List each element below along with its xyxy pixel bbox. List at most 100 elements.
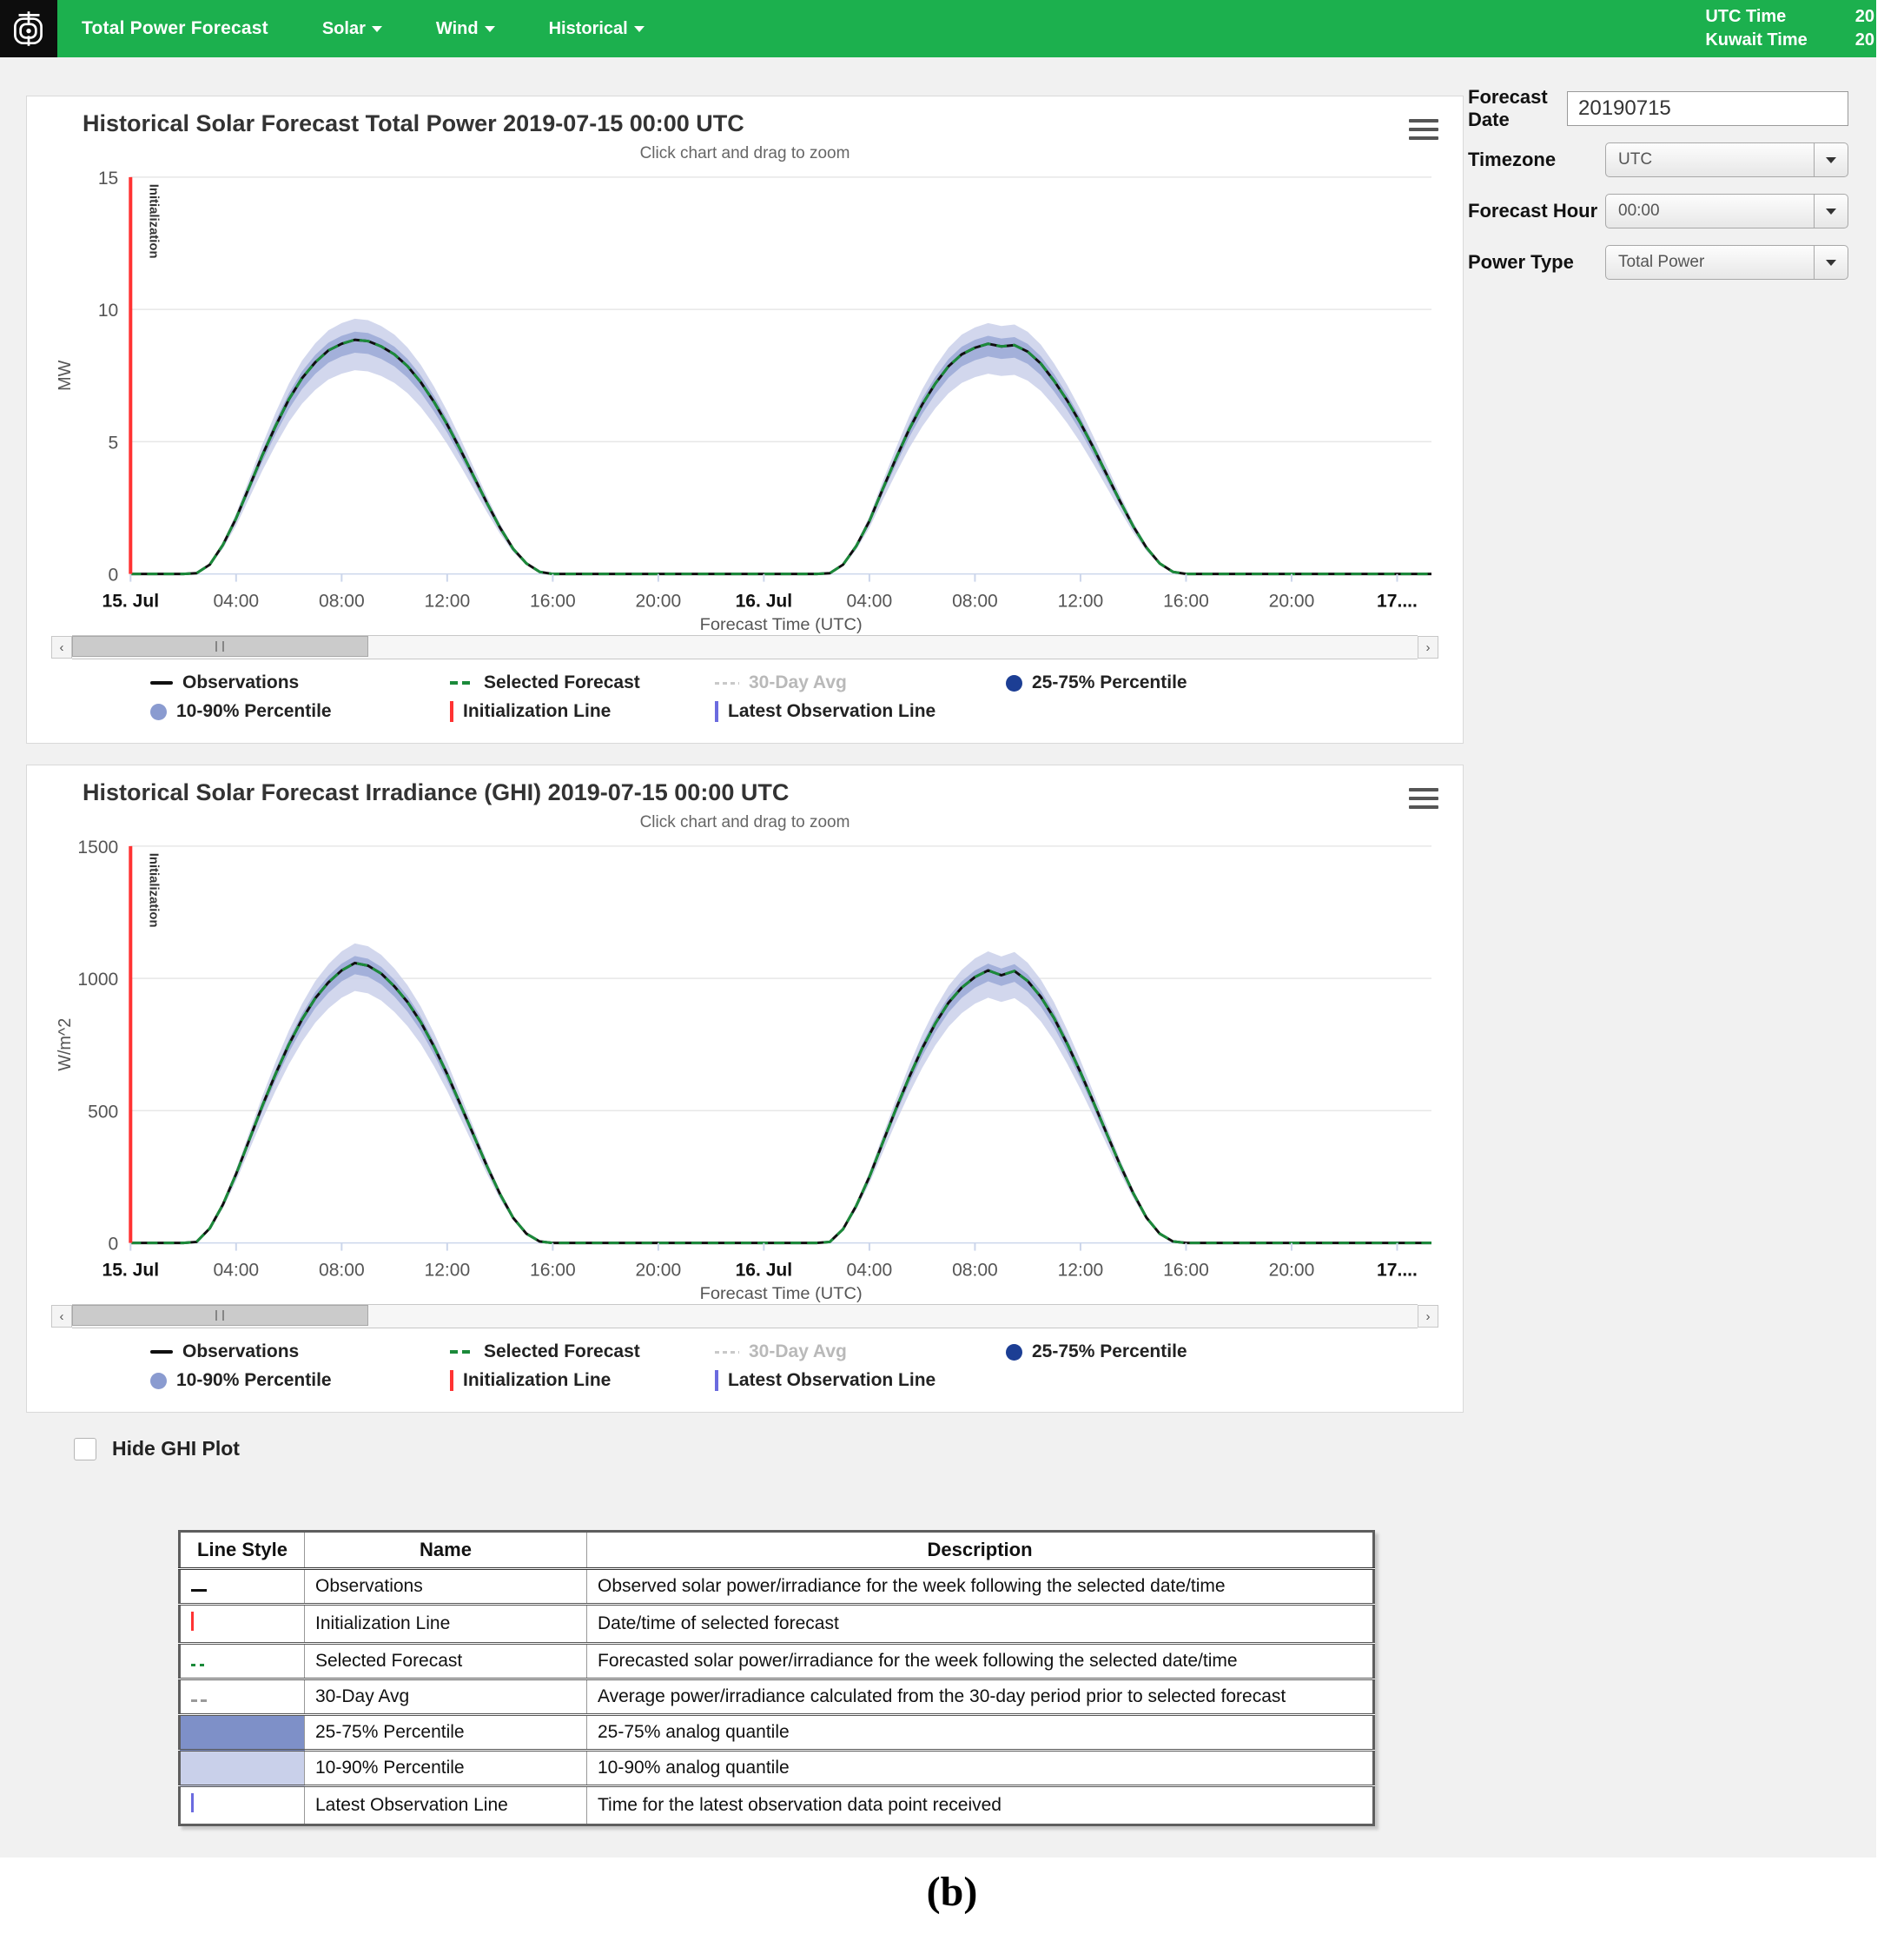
kisr-logo [0, 0, 57, 57]
hide-ghi-checkbox[interactable] [74, 1438, 96, 1460]
forecast-date-input[interactable] [1567, 91, 1848, 126]
forecast-date-row: Forecast Date [1468, 90, 1848, 127]
nav-item-historical[interactable]: Historical [549, 19, 645, 39]
total-power-chart[interactable]: 051015MWInitialization15. Jul04:0008:001… [48, 165, 1442, 634]
kisr-logo-icon [7, 7, 50, 50]
total-power-chart-panel: Historical Solar Forecast Total Power 20… [26, 96, 1464, 744]
svg-text:12:00: 12:00 [1058, 1260, 1104, 1280]
chevron-down-icon [634, 26, 645, 32]
legend-item-observations[interactable]: Observations [150, 1341, 450, 1362]
main-content: Historical Solar Forecast Total Power 20… [0, 57, 1876, 1858]
table-row: 10-90% Percentile10-90% analog quantile [180, 1751, 1374, 1786]
dropdown-arrow-icon[interactable] [1814, 195, 1848, 228]
svg-text:12:00: 12:00 [424, 591, 470, 611]
scrollbar-right-arrow[interactable]: › [1418, 636, 1438, 659]
legend-item-latest-observation-line[interactable]: Latest Observation Line [715, 1370, 1006, 1391]
name-cell: Latest Observation Line [305, 1786, 587, 1825]
table-row: Selected ForecastForecasted solar power/… [180, 1644, 1374, 1679]
nav-item-wind[interactable]: Wind [436, 19, 495, 39]
svg-text:12:00: 12:00 [424, 1260, 470, 1280]
chart-legend: ObservationsSelected Forecast 30-Day Avg 2… [48, 1341, 1442, 1391]
forecast-hour-select[interactable]: 00:00 [1605, 194, 1848, 228]
chart-context-menu-button[interactable] [1409, 119, 1438, 140]
svg-text:12:00: 12:00 [1058, 591, 1104, 611]
chart-context-menu-button[interactable] [1409, 788, 1438, 809]
legend-item-25-75-percentile[interactable]: 25-75% Percentile [1006, 1341, 1442, 1362]
scrollbar-thumb[interactable] [72, 1305, 368, 1326]
dash-gray-swatch-icon [715, 1351, 739, 1354]
legend-item-30-day-avg[interactable]: 30-Day Avg [715, 1341, 1006, 1362]
svg-text:0: 0 [109, 566, 119, 586]
scrollbar-left-arrow[interactable]: ‹ [51, 1305, 72, 1328]
svg-text:16:00: 16:00 [1163, 591, 1209, 611]
svg-text:04:00: 04:00 [213, 1260, 259, 1280]
name-cell: Initialization Line [305, 1605, 587, 1644]
utc-time-value: 20 [1855, 7, 1874, 27]
dropdown-arrow-icon[interactable] [1814, 246, 1848, 279]
forecast-date-label: Forecast Date [1468, 86, 1567, 131]
svg-text:MW: MW [56, 360, 75, 390]
table-row: Initialization LineDate/time of selected… [180, 1605, 1374, 1644]
chart-scrollbar[interactable]: ‹ › [51, 1305, 1438, 1328]
legend-item-selected-forecast[interactable]: Selected Forecast [450, 1341, 715, 1362]
legend-item-observations[interactable]: Observations [150, 672, 450, 693]
chart-legend: ObservationsSelected Forecast30-Day Avg 2… [48, 672, 1442, 722]
legend-item-10-90-percentile[interactable]: 10-90% Percentile [150, 1370, 450, 1391]
timezone-select[interactable]: UTC [1605, 142, 1848, 177]
svg-text:08:00: 08:00 [952, 1260, 998, 1280]
line-style-cell [180, 1786, 305, 1825]
legend-item-selected-forecast[interactable]: Selected Forecast [450, 672, 715, 693]
nav-item-solar-label: Solar [322, 19, 366, 39]
legend-item-label: 25-75% Percentile [1032, 672, 1187, 693]
dash-black-swatch-icon [150, 1350, 173, 1354]
scrollbar-track[interactable] [72, 635, 1418, 659]
dropdown-arrow-icon[interactable] [1814, 143, 1848, 176]
table-row: 30-Day AvgAverage power/irradiance calcu… [180, 1679, 1374, 1715]
description-cell: Forecasted solar power/irradiance for th… [587, 1644, 1374, 1679]
line-style-cell [180, 1644, 305, 1679]
legend-item-30-day-avg[interactable]: 30-Day Avg [715, 672, 1006, 693]
scrollbar-thumb[interactable] [72, 636, 368, 657]
legend-item-label: Latest Observation Line [728, 701, 935, 722]
bar-red-swatch-icon [450, 701, 453, 722]
power-type-select[interactable]: Total Power [1605, 245, 1848, 280]
svg-text:0: 0 [109, 1235, 119, 1255]
circle-light-swatch-icon [150, 704, 167, 720]
utc-time-label: UTC Time [1705, 7, 1807, 27]
circle-light-swatch-icon [150, 1373, 167, 1389]
nav-brand-total-power-forecast[interactable]: Total Power Forecast [82, 18, 268, 39]
bar-blue-swatch-icon [715, 701, 718, 722]
table-row: 25-75% Percentile25-75% analog quantile [180, 1715, 1374, 1751]
svg-text:08:00: 08:00 [952, 591, 998, 611]
line-style-cell [180, 1715, 305, 1751]
legend-item-10-90-percentile[interactable]: 10-90% Percentile [150, 701, 450, 722]
svg-text:16. Jul: 16. Jul [736, 591, 793, 611]
timezone-selected-value: UTC [1606, 150, 1814, 169]
line-style-cell [180, 1569, 305, 1605]
legend-item-label: Initialization Line [463, 701, 611, 722]
svg-text:500: 500 [88, 1102, 118, 1122]
legend-item-label: Latest Observation Line [728, 1370, 935, 1391]
scrollbar-right-arrow[interactable]: › [1418, 1305, 1438, 1328]
svg-text:16:00: 16:00 [1163, 1260, 1209, 1280]
ghi-chart[interactable]: 050010001500W/m^2Initialization15. Jul04… [48, 834, 1442, 1303]
chart-subtitle: Click chart and drag to zoom [48, 144, 1442, 163]
dash-green-swatch-icon [450, 681, 474, 685]
legend-item-initialization-line[interactable]: Initialization Line [450, 701, 715, 722]
svg-text:08:00: 08:00 [319, 591, 365, 611]
description-cell: Date/time of selected forecast [587, 1605, 1374, 1644]
nav-item-solar[interactable]: Solar [322, 19, 382, 39]
svg-text:1000: 1000 [77, 970, 118, 990]
ghi-chart-panel: Historical Solar Forecast Irradiance (GH… [26, 765, 1464, 1413]
scrollbar-left-arrow[interactable]: ‹ [51, 636, 72, 659]
bar-red-swatch-icon [450, 1370, 453, 1391]
name-cell: Observations [305, 1569, 587, 1605]
description-cell: Average power/irradiance calculated from… [587, 1679, 1374, 1715]
legend-item-initialization-line[interactable]: Initialization Line [450, 1370, 715, 1391]
legend-item-label: 30-Day Avg [749, 1341, 847, 1362]
power-type-row: Power Type Total Power [1468, 244, 1848, 281]
legend-item-25-75-percentile[interactable]: 25-75% Percentile [1006, 672, 1442, 693]
legend-item-latest-observation-line[interactable]: Latest Observation Line [715, 701, 1006, 722]
chart-scrollbar[interactable]: ‹ › [51, 636, 1438, 659]
scrollbar-track[interactable] [72, 1304, 1418, 1328]
